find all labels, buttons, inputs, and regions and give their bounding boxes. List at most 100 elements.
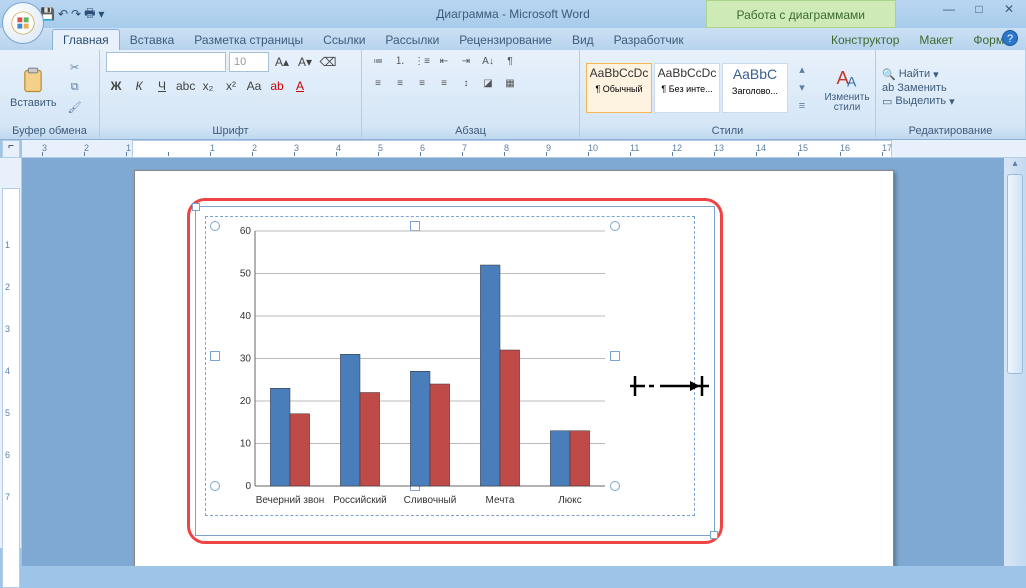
subscript-button[interactable]: x₂ — [198, 76, 218, 96]
plot-handle-bl[interactable] — [210, 481, 220, 491]
superscript-button[interactable]: x² — [221, 76, 241, 96]
change-case-button[interactable]: Aa — [244, 76, 264, 96]
group-paragraph: ≔ ⒈ ⋮≡ ⇤ ⇥ A↓ ¶ ≡ ≡ ≡ ≡ ↕ ◪ ▦ Абзац — [362, 50, 580, 139]
bold-button[interactable]: Ж — [106, 76, 126, 96]
numbering-button[interactable]: ⒈ — [390, 52, 410, 70]
font-size-combo[interactable]: 10 — [229, 52, 269, 72]
tab-design[interactable]: Конструктор — [821, 30, 909, 50]
find-icon: 🔍 — [882, 68, 896, 81]
horizontal-ruler[interactable]: 3211234567891011121314151617 — [22, 140, 1026, 158]
close-button[interactable]: ✕ — [998, 2, 1020, 18]
vertical-ruler[interactable]: 1234567 — [0, 158, 22, 548]
group-editing: 🔍Найти▾ abЗаменить ▭Выделить▾ Редактиров… — [876, 50, 1026, 139]
scroll-up-icon[interactable]: ▴ — [1004, 158, 1026, 174]
indent-decrease-button[interactable]: ⇤ — [434, 52, 454, 70]
styles-more-icon[interactable]: ≡ — [792, 97, 812, 115]
plot-handle-tl[interactable] — [210, 221, 220, 231]
svg-text:Вечерний звон: Вечерний звон — [256, 495, 325, 506]
replace-button[interactable]: abЗаменить — [882, 82, 947, 94]
ribbon: Вставить ✂ ⧉ 🖌 Буфер обмена 10 A▴ A▾ ⌫ Ж… — [0, 50, 1026, 140]
multilevel-button[interactable]: ⋮≡ — [412, 52, 432, 70]
tab-developer[interactable]: Разработчик — [604, 30, 694, 50]
svg-text:0: 0 — [245, 481, 251, 492]
sort-button[interactable]: A↓ — [478, 52, 498, 70]
tab-view[interactable]: Вид — [562, 30, 604, 50]
find-button[interactable]: 🔍Найти▾ — [882, 68, 939, 81]
svg-text:Сливочный: Сливочный — [404, 495, 457, 506]
italic-button[interactable]: К — [129, 76, 149, 96]
align-left-button[interactable]: ≡ — [368, 74, 388, 92]
chart-object[interactable]: 0102030405060Вечерний звонРоссийскийСлив… — [195, 206, 715, 536]
styles-row-down-icon[interactable]: ▾ — [792, 79, 812, 97]
line-spacing-button[interactable]: ↕ — [456, 74, 476, 92]
ribbon-tabs: Главная Вставка Разметка страницы Ссылки… — [0, 28, 1026, 50]
tab-home[interactable]: Главная — [52, 29, 120, 50]
document-page: 0102030405060Вечерний звонРоссийскийСлив… — [134, 170, 894, 566]
align-center-button[interactable]: ≡ — [390, 74, 410, 92]
select-button[interactable]: ▭Выделить▾ — [882, 95, 955, 108]
borders-button[interactable]: ▦ — [500, 74, 520, 92]
underline-button[interactable]: Ч — [152, 76, 172, 96]
help-button[interactable]: ? — [1002, 30, 1018, 46]
document-area[interactable]: 0102030405060Вечерний звонРоссийскийСлив… — [22, 158, 1004, 566]
svg-text:Мечта: Мечта — [486, 495, 515, 506]
svg-text:20: 20 — [240, 396, 252, 407]
justify-button[interactable]: ≡ — [434, 74, 454, 92]
office-button[interactable] — [2, 2, 44, 44]
tab-mailings[interactable]: Рассылки — [375, 30, 449, 50]
style-normal[interactable]: AaBbCcDc¶ Обычный — [586, 63, 652, 113]
shading-button[interactable]: ◪ — [478, 74, 498, 92]
vertical-scrollbar[interactable]: ▴ — [1004, 158, 1026, 566]
tab-selector-button[interactable]: ⌐ — [2, 140, 20, 158]
group-styles: AaBbCcDc¶ Обычный AaBbCcDc¶ Без инте... … — [580, 50, 876, 139]
grow-font-icon[interactable]: A▴ — [272, 52, 292, 72]
qat-print-icon[interactable]: 🖶 — [84, 4, 95, 25]
strike-button[interactable]: abc — [175, 76, 195, 96]
group-editing-label: Редактирование — [882, 123, 1019, 139]
group-clipboard: Вставить ✂ ⧉ 🖌 Буфер обмена — [0, 50, 100, 139]
format-painter-icon[interactable]: 🖌 — [65, 99, 85, 117]
svg-text:50: 50 — [240, 269, 252, 280]
align-right-button[interactable]: ≡ — [412, 74, 432, 92]
plot-handle-l[interactable] — [210, 351, 220, 361]
group-styles-label: Стили — [586, 123, 869, 139]
qat-more-icon[interactable]: ▾ — [98, 7, 104, 21]
styles-row-up-icon[interactable]: ▴ — [792, 61, 812, 79]
highlight-button[interactable]: ab — [267, 76, 287, 96]
tab-references[interactable]: Ссылки — [313, 30, 375, 50]
tab-review[interactable]: Рецензирование — [449, 30, 562, 50]
minimize-button[interactable]: — — [938, 2, 960, 18]
svg-text:10: 10 — [240, 439, 252, 450]
svg-text:A: A — [847, 73, 857, 89]
font-name-combo[interactable] — [106, 52, 226, 72]
font-color-button[interactable]: A — [290, 76, 310, 96]
copy-icon[interactable]: ⧉ — [65, 79, 85, 97]
group-font-label: Шрифт — [106, 123, 355, 139]
svg-text:Люкс: Люкс — [558, 495, 582, 506]
style-no-spacing[interactable]: AaBbCcDc¶ Без инте... — [654, 63, 720, 113]
show-marks-button[interactable]: ¶ — [500, 52, 520, 70]
indent-increase-button[interactable]: ⇥ — [456, 52, 476, 70]
svg-text:40: 40 — [240, 311, 252, 322]
scroll-thumb[interactable] — [1007, 174, 1023, 374]
chart-plot: 0102030405060Вечерний звонРоссийскийСлив… — [225, 226, 615, 511]
contextual-tab-title: Работа с диаграммами — [706, 0, 897, 28]
qat-redo-icon[interactable]: ↷ — [71, 7, 81, 21]
tab-layout[interactable]: Макет — [909, 30, 963, 50]
style-heading1[interactable]: AaBbCЗаголово... — [722, 63, 788, 113]
tab-insert[interactable]: Вставка — [120, 30, 185, 50]
cut-icon[interactable]: ✂ — [65, 59, 85, 77]
title-bar: 💾 ↶ ↷ 🖶 ▾ Диаграмма - Microsoft Word Раб… — [0, 0, 1026, 28]
shrink-font-icon[interactable]: A▾ — [295, 52, 315, 72]
resize-arrow-annotation — [630, 371, 710, 408]
group-paragraph-label: Абзац — [368, 123, 573, 139]
paste-label: Вставить — [10, 97, 57, 109]
bullets-button[interactable]: ≔ — [368, 52, 388, 70]
change-styles-button[interactable]: AA Изменить стили — [816, 61, 878, 115]
paste-button[interactable]: Вставить — [6, 65, 61, 111]
qat-undo-icon[interactable]: ↶ — [58, 7, 68, 21]
maximize-button[interactable]: □ — [968, 2, 990, 18]
clear-formatting-icon[interactable]: ⌫ — [318, 52, 338, 72]
group-font: 10 A▴ A▾ ⌫ Ж К Ч abc x₂ x² Aa ab A Шрифт — [100, 50, 362, 139]
tab-page-layout[interactable]: Разметка страницы — [184, 30, 313, 50]
